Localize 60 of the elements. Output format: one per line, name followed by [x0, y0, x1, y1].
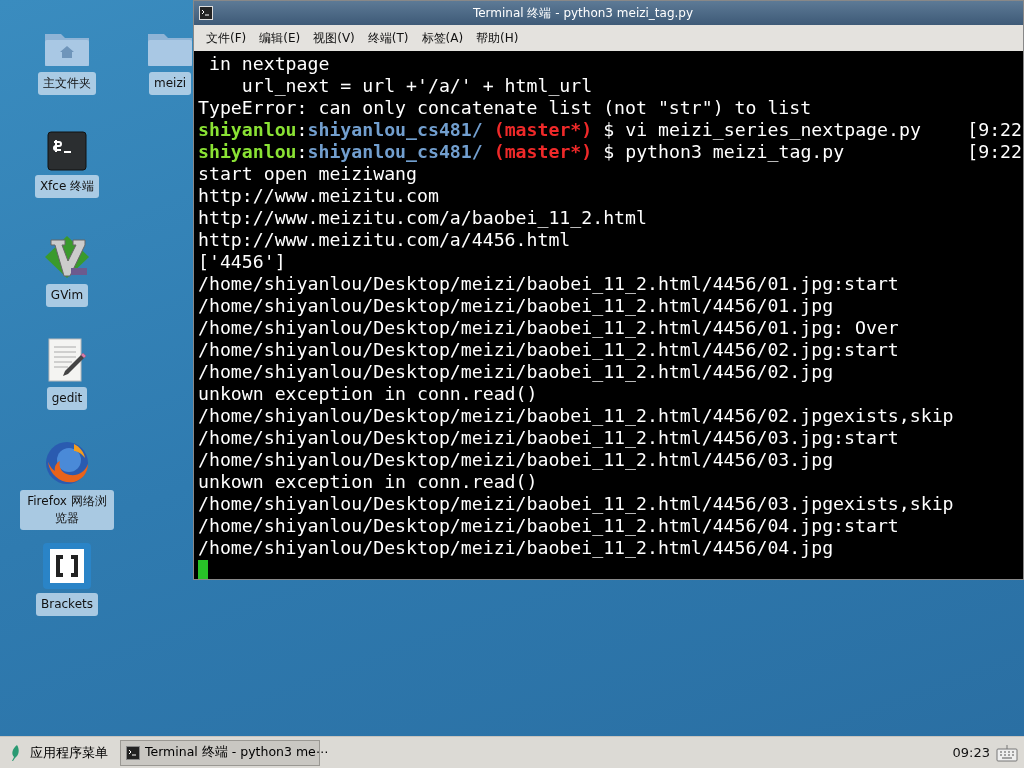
menu-item[interactable]: 视图(V) — [313, 29, 355, 47]
output-line: /home/shiyanlou/Desktop/meizi/baobei_11_2.html/4456/01.jpg — [198, 295, 834, 317]
prompt-branch: (master*) — [493, 119, 593, 141]
keyboard-icon[interactable] — [996, 743, 1018, 762]
output-line: /home/shiyanlou/Desktop/meizi/baobei_11_2.html/4456/02.jpgexists,skip — [198, 405, 954, 427]
output-line: url_next = url +'/a/' + html_url — [240, 75, 593, 97]
text-cursor — [198, 560, 208, 579]
menu-item[interactable]: 编辑(E) — [259, 29, 301, 47]
icon-label[interactable]: gedit — [46, 387, 88, 410]
output-line: http://www.meizitu.com/a/4456.html — [198, 229, 571, 251]
prompt-path: shiyanlou_cs481/ — [307, 141, 483, 163]
leaf-icon — [10, 743, 22, 762]
prompt-user: shiyanlou — [198, 141, 297, 163]
menu-item[interactable]: 终端(T) — [367, 29, 409, 47]
output-line: ['4456'] — [198, 251, 286, 273]
icon-label[interactable]: Brackets — [36, 593, 98, 616]
icon-label[interactable]: 主文件夹 — [38, 72, 96, 95]
output-line: /home/shiyanlou/Desktop/meizi/baobei_11_2.html/4456/01.jpg: Over — [198, 317, 899, 339]
output-line: http://www.meizitu.com/a/baobei_11_2.html — [198, 207, 647, 229]
task-label: Terminal 终端 - python3 me⋯ — [145, 744, 329, 761]
output-line: /home/shiyanlou/Desktop/meizi/baobei_11_2.html/4456/04.jpg — [198, 537, 834, 559]
menu-item[interactable]: 帮助(H) — [476, 29, 519, 47]
text-editor-icon[interactable] — [47, 337, 87, 383]
output-line: TypeError: can only concatenate list (not "str") to list — [198, 97, 812, 119]
output-line: start open meiziwang — [198, 163, 417, 185]
prompt-user: shiyanlou — [198, 119, 297, 141]
terminal-icon[interactable] — [47, 131, 87, 171]
prompt-branch: (master*) — [493, 141, 593, 163]
output-line: in nextpage — [207, 53, 330, 75]
output-line: /home/shiyanlou/Desktop/meizi/baobei_11_2.html/4456/02.jpg — [198, 361, 834, 383]
prompt-colon: : — [296, 119, 308, 141]
output-line: /home/shiyanlou/Desktop/meizi/baobei_11_2.html/4456/04.jpg:start — [198, 515, 899, 537]
icon-label[interactable]: meizi — [148, 72, 191, 95]
output-line: unkown exception in conn.read() — [198, 383, 538, 405]
output-line: /home/shiyanlou/Desktop/meizi/baobei_11_2.html/4456/03.jpg — [198, 449, 834, 471]
icon-label[interactable]: GVim — [45, 284, 89, 307]
prompt-colon: : — [296, 141, 308, 163]
output-line: /home/shiyanlou/Desktop/meizi/baobei_11_2.html/4456/03.jpgexists,skip — [198, 493, 954, 515]
applications-menu-button[interactable]: 应用程序菜单 — [4, 743, 114, 762]
output-line: http://www.meizitu.com — [198, 185, 439, 207]
output-line: /home/shiyanlou/Desktop/meizi/baobei_11_2.html/4456/02.jpg:start — [198, 339, 899, 361]
brackets-logo-icon[interactable] — [43, 543, 91, 589]
icon-label[interactable]: Xfce 终端 — [34, 175, 100, 198]
browser-globe-icon[interactable] — [44, 440, 90, 486]
clock[interactable]: 09:23 — [952, 745, 990, 760]
output-line: /home/shiyanlou/Desktop/meizi/baobei_11_2.html/4456/03.jpg:start — [198, 427, 899, 449]
window-title: Terminal 终端 - python3 meizi_tag.py — [471, 4, 695, 22]
icon-label[interactable]: Firefox 网络浏览器 — [20, 490, 114, 530]
menu-item[interactable]: 文件(F) — [206, 29, 247, 47]
command-text: $ python3 meizi_tag.py — [603, 141, 845, 163]
output-line: unkown exception in conn.read() — [198, 471, 538, 493]
command-text: $ vi meizi_series_nextpage.py — [603, 119, 921, 141]
prompt-path: shiyanlou_cs481/ — [307, 119, 483, 141]
vim-logo-icon[interactable] — [43, 234, 91, 280]
prompt-time: [9:22 — [967, 119, 1023, 141]
prompt-time: [9:22 — [967, 141, 1023, 163]
menu-item[interactable]: 标签(A) — [421, 29, 464, 47]
output-line: /home/shiyanlou/Desktop/meizi/baobei_11_2.html/4456/01.jpg:start — [198, 273, 899, 295]
menu-label: 应用程序菜单 — [30, 743, 108, 762]
terminal-icon — [126, 745, 140, 760]
